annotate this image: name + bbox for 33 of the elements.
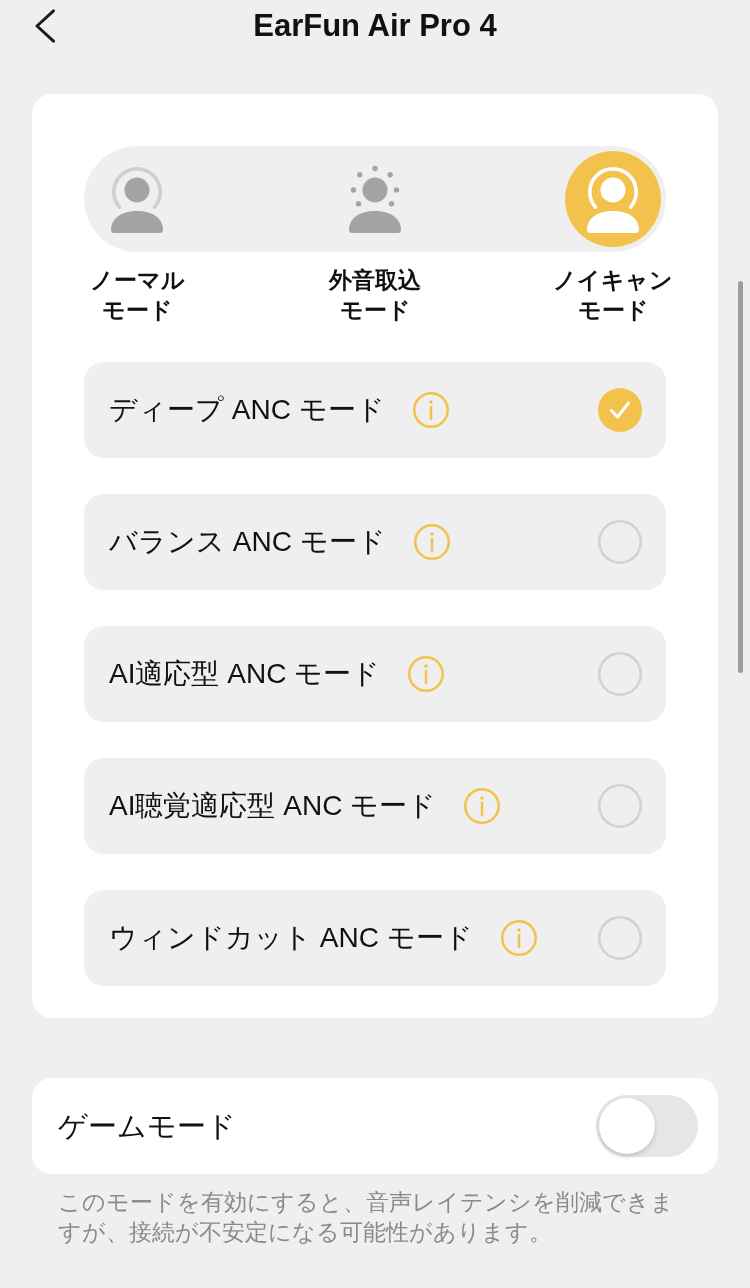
person-dots-icon bbox=[348, 165, 402, 233]
info-icon[interactable] bbox=[413, 524, 450, 560]
info-icon[interactable] bbox=[500, 920, 537, 956]
radio-button[interactable] bbox=[598, 520, 642, 564]
option-label: ディープ ANC モード bbox=[109, 393, 385, 427]
info-icon[interactable] bbox=[464, 788, 501, 824]
mode-label: ノーマルモード bbox=[88, 266, 186, 325]
info-icon[interactable] bbox=[408, 656, 445, 692]
setting-description: このモードを有効にすると、音声レイテンシを削減できますが、接続が不安定になる可能性があります。 bbox=[57, 1188, 675, 1247]
anc-option-row[interactable]: バランス ANC モード bbox=[84, 494, 666, 590]
anc-option-row[interactable]: ディープ ANC モード bbox=[84, 362, 666, 458]
back-button[interactable] bbox=[34, 9, 56, 43]
info-icon[interactable] bbox=[412, 392, 449, 428]
back-icon bbox=[34, 9, 56, 43]
setting-label: ゲームモード bbox=[58, 1109, 236, 1144]
radio-button[interactable] bbox=[598, 784, 642, 828]
anc-option-row[interactable]: ウィンドカット ANC モード bbox=[84, 890, 666, 986]
anc-option-row[interactable]: AI適応型 ANC モード bbox=[84, 626, 666, 722]
option-label: AI適応型 ANC モード bbox=[109, 657, 381, 691]
option-label: ウィンドカット ANC モード bbox=[109, 921, 473, 955]
game-mode-toggle[interactable] bbox=[596, 1095, 698, 1157]
mode-label: 外音取込モード bbox=[327, 266, 422, 325]
person-arc-icon bbox=[586, 165, 640, 233]
option-label: AI聴覚適応型 ANC モード bbox=[109, 789, 437, 823]
radio-button[interactable] bbox=[598, 916, 642, 960]
radio-button[interactable] bbox=[598, 652, 642, 696]
option-label: バランス ANC モード bbox=[109, 525, 386, 559]
anc-option-row[interactable]: AI聴覚適応型 ANC モード bbox=[84, 758, 666, 854]
page-title: EarFun Air Pro 4 bbox=[253, 7, 497, 45]
mode-button[interactable] bbox=[565, 151, 661, 247]
radio-button[interactable] bbox=[598, 388, 642, 432]
person-arc-icon bbox=[110, 165, 164, 233]
mode-label: ノイキャンモード bbox=[553, 266, 673, 325]
